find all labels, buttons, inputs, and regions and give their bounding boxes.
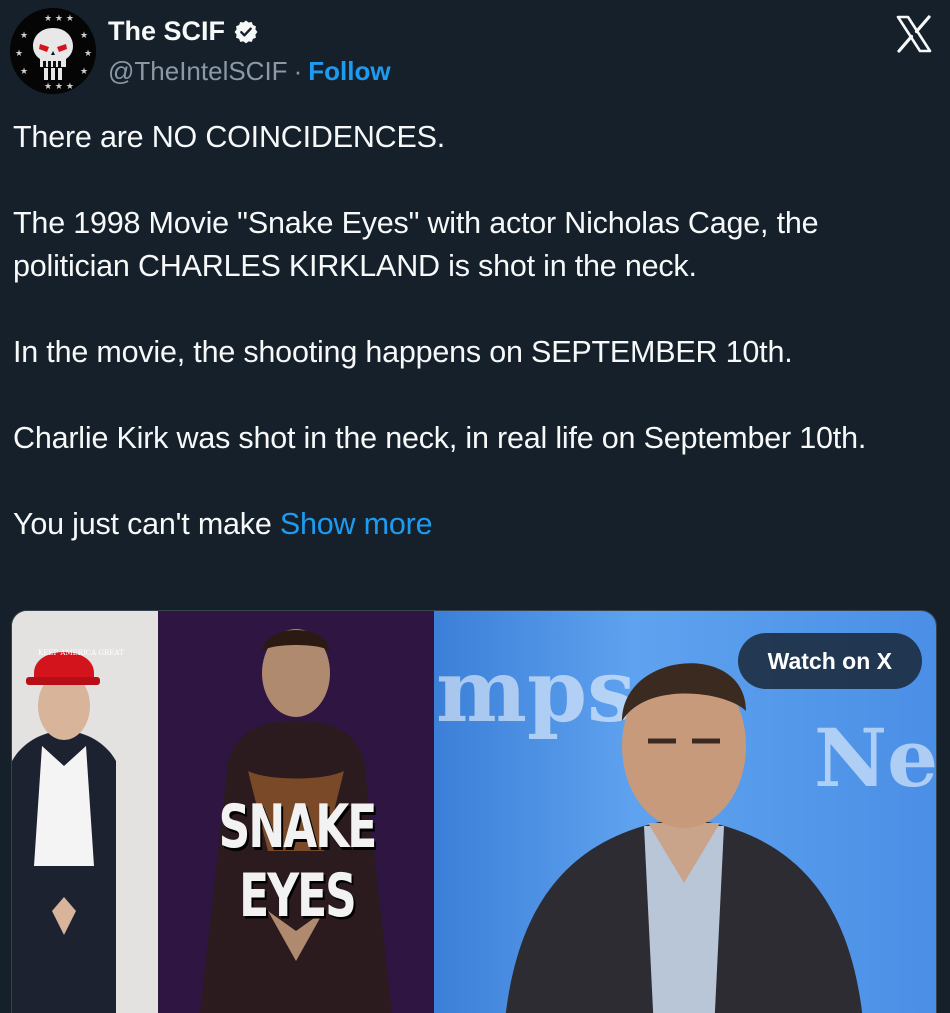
author-handle[interactable]: @TheIntelSCIF <box>108 56 288 87</box>
media-panel-right: mps Ne Watch on X <box>434 611 936 1013</box>
x-logo-icon[interactable] <box>894 14 934 54</box>
show-more-link[interactable]: Show more <box>280 507 433 541</box>
tweet-paragraph: In the movie, the shooting happens on SE… <box>13 335 793 369</box>
svg-text:★: ★ <box>80 67 88 77</box>
tweet-paragraph: Charlie Kirk was shot in the neck, in re… <box>13 421 867 455</box>
svg-text:★ ★ ★: ★ ★ ★ <box>44 14 74 24</box>
tweet-text: There are NO COINCIDENCES. The 1998 Movi… <box>13 116 933 546</box>
author-avatar[interactable]: ★ ★ ★ ★ ★ ★ ★ ★ ★ ★ ★ ★ <box>10 8 96 94</box>
author-display-name[interactable]: The SCIF <box>108 16 225 47</box>
svg-text:★ ★ ★: ★ ★ ★ <box>44 82 74 92</box>
watch-on-x-button[interactable]: Watch on X <box>737 633 922 689</box>
tweet-paragraph: The 1998 Movie "Snake Eyes" with actor N… <box>13 206 819 283</box>
tweet-header: ★ ★ ★ ★ ★ ★ ★ ★ ★ ★ ★ ★ The SCIF @TheInt… <box>0 0 950 100</box>
media-video[interactable]: KEEP AMERICA GREAT SNAKE EYES mps Ne Wat… <box>11 610 937 1013</box>
svg-text:★: ★ <box>20 67 28 77</box>
separator-dot: · <box>293 56 303 86</box>
media-panel-middle: SNAKE EYES <box>158 611 434 1013</box>
tweet-paragraph: There are NO COINCIDENCES. <box>13 120 446 154</box>
skull-avatar-icon: ★ ★ ★ ★ ★ ★ ★ ★ ★ ★ ★ ★ <box>10 8 96 94</box>
media-panel-left: KEEP AMERICA GREAT <box>12 611 158 1013</box>
truncated-text: You just can't make <box>13 507 272 541</box>
svg-text:★: ★ <box>20 31 28 41</box>
name-row: The SCIF <box>108 16 259 47</box>
hat-text: KEEP AMERICA GREAT <box>38 649 124 657</box>
handle-row: @TheIntelSCIF · Follow <box>108 56 391 87</box>
person-in-red-hat-image: KEEP AMERICA GREAT <box>12 611 158 1013</box>
tweet-last-line: You just can't make Show more <box>13 503 933 546</box>
follow-button[interactable]: Follow <box>308 56 390 87</box>
movie-title: SNAKE EYES <box>218 793 378 931</box>
verified-badge-icon <box>233 19 259 45</box>
svg-text:★: ★ <box>15 49 23 59</box>
svg-text:★: ★ <box>80 31 88 41</box>
svg-text:★: ★ <box>84 49 92 59</box>
